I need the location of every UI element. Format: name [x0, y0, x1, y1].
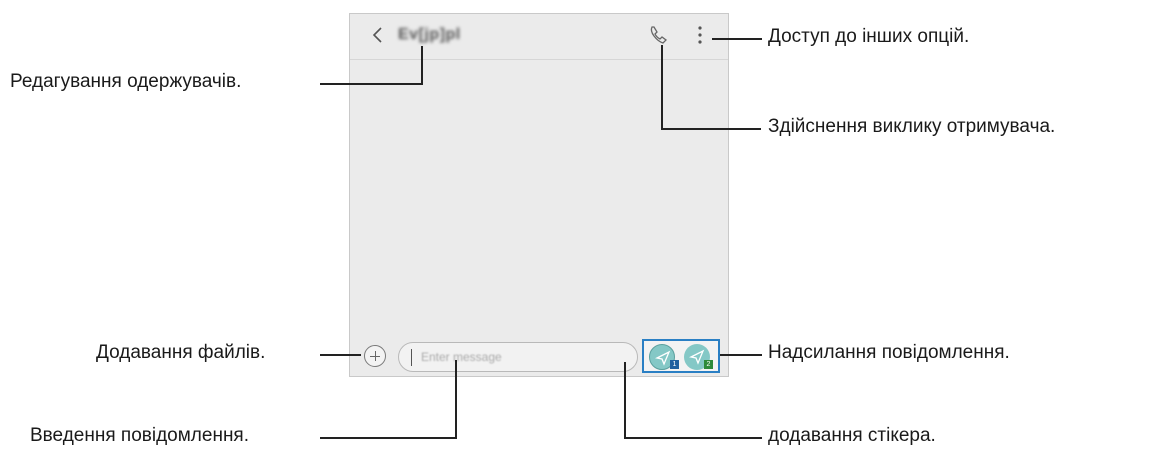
recipient-name[interactable]: Ev[jp]pl	[398, 26, 461, 44]
send-icon	[689, 349, 705, 365]
header-divider	[350, 59, 728, 60]
plus-icon[interactable]	[364, 345, 386, 367]
message-input[interactable]: Enter message	[398, 342, 685, 373]
send-buttons-group: 1 2	[642, 339, 720, 373]
back-arrow-icon[interactable]	[368, 24, 388, 46]
callout-line-call-h	[661, 128, 761, 130]
input-placeholder: Enter message	[421, 350, 502, 364]
callout-line-more	[712, 38, 762, 40]
callout-edit-recipients: Редагування одержувачів.	[10, 71, 242, 92]
callout-line-enter-v	[455, 360, 457, 439]
conversation-header: Ev[jp]pl	[350, 14, 728, 58]
sim2-badge: 2	[704, 360, 713, 369]
more-options-icon[interactable]	[694, 25, 706, 45]
callout-line-enter-h	[320, 437, 457, 439]
phone-screen: Ev[jp]pl Enter message 1 2	[349, 13, 729, 377]
phone-icon[interactable]	[647, 23, 671, 47]
callout-line-call-v	[661, 45, 663, 129]
callout-line-attach	[320, 354, 361, 356]
callout-line-edit-v	[421, 46, 423, 84]
sim1-badge: 1	[670, 360, 679, 369]
callout-call-recipient: Здійснення виклику отримувача.	[768, 116, 1056, 137]
callout-enter-message: Введення повідомлення.	[30, 425, 250, 446]
callout-attach-files: Додавання файлів.	[96, 342, 266, 363]
callout-send-message: Надсилання повідомлення.	[768, 342, 1010, 363]
text-cursor	[411, 349, 412, 366]
callout-more-options: Доступ до інших опцій.	[768, 26, 970, 47]
composer-bar: Enter message 1 2	[350, 336, 728, 378]
callout-add-sticker: додавання стікера.	[768, 425, 936, 446]
callout-line-send	[720, 354, 762, 356]
callout-line-sticker-v	[624, 362, 626, 439]
callout-line-sticker-h	[624, 437, 762, 439]
send-icon	[655, 350, 671, 366]
callout-line-edit-h	[320, 83, 423, 85]
